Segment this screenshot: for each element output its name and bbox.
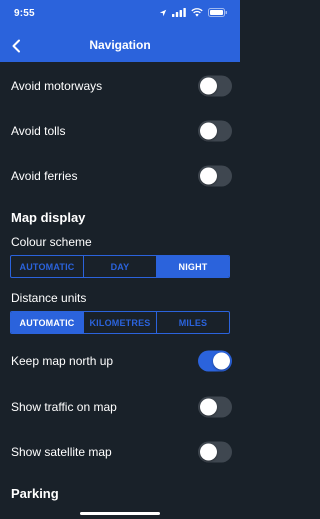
- distance-units-miles[interactable]: MILES: [157, 312, 229, 333]
- colour-scheme-control: AUTOMATIC DAY NIGHT: [10, 255, 230, 278]
- colour-scheme-automatic[interactable]: AUTOMATIC: [11, 256, 84, 277]
- keep-map-north-up-toggle[interactable]: [198, 350, 232, 371]
- distance-units-kilometres[interactable]: KILOMETRES: [84, 312, 157, 333]
- distance-units-label: Distance units: [11, 291, 87, 305]
- toggle-knob: [200, 122, 217, 139]
- show-satellite-label: Show satellite map: [11, 444, 112, 459]
- avoid-tolls-toggle[interactable]: [198, 120, 232, 141]
- colour-scheme-day[interactable]: DAY: [84, 256, 157, 277]
- colour-scheme-label: Colour scheme: [11, 235, 92, 249]
- avoid-ferries-row[interactable]: Avoid ferries: [0, 153, 240, 198]
- avoid-tolls-row[interactable]: Avoid tolls: [0, 108, 240, 153]
- show-traffic-label: Show traffic on map: [11, 399, 117, 414]
- show-satellite-row[interactable]: Show satellite map: [0, 429, 240, 474]
- location-arrow-icon: [159, 9, 167, 16]
- avoid-motorways-toggle[interactable]: [198, 75, 232, 96]
- keep-map-north-up-label: Keep map north up: [11, 353, 114, 368]
- navigation-settings-screen: 9:55 Navigation Avoid motorways Avoid to…: [0, 0, 240, 519]
- avoid-motorways-row[interactable]: Avoid motorways: [0, 63, 240, 108]
- toggle-knob: [200, 77, 217, 94]
- home-indicator[interactable]: [80, 512, 160, 515]
- toggle-knob: [213, 352, 230, 369]
- avoid-motorways-label: Avoid motorways: [11, 78, 103, 93]
- battery-icon: [208, 8, 227, 17]
- keep-map-north-up-row[interactable]: Keep map north up: [0, 338, 240, 383]
- distance-units-control: AUTOMATIC KILOMETRES MILES: [10, 311, 230, 334]
- cellular-signal-icon: [172, 8, 186, 17]
- page-title: Navigation: [89, 38, 151, 52]
- show-satellite-toggle[interactable]: [198, 441, 232, 462]
- wifi-icon: [191, 8, 203, 17]
- toggle-knob: [200, 167, 217, 184]
- map-display-heading: Map display: [11, 210, 86, 225]
- avoid-ferries-label: Avoid ferries: [11, 168, 78, 183]
- avoid-ferries-toggle[interactable]: [198, 165, 232, 186]
- toggle-knob: [200, 443, 217, 460]
- status-icons: [159, 8, 228, 17]
- colour-scheme-night[interactable]: NIGHT: [157, 256, 229, 277]
- toggle-knob: [200, 398, 217, 415]
- header: 9:55 Navigation: [0, 0, 240, 62]
- distance-units-automatic[interactable]: AUTOMATIC: [11, 312, 84, 333]
- status-time: 9:55: [14, 8, 35, 19]
- parking-heading: Parking: [11, 486, 59, 501]
- avoid-tolls-label: Avoid tolls: [11, 123, 66, 138]
- show-traffic-toggle[interactable]: [198, 396, 232, 417]
- show-traffic-row[interactable]: Show traffic on map: [0, 384, 240, 429]
